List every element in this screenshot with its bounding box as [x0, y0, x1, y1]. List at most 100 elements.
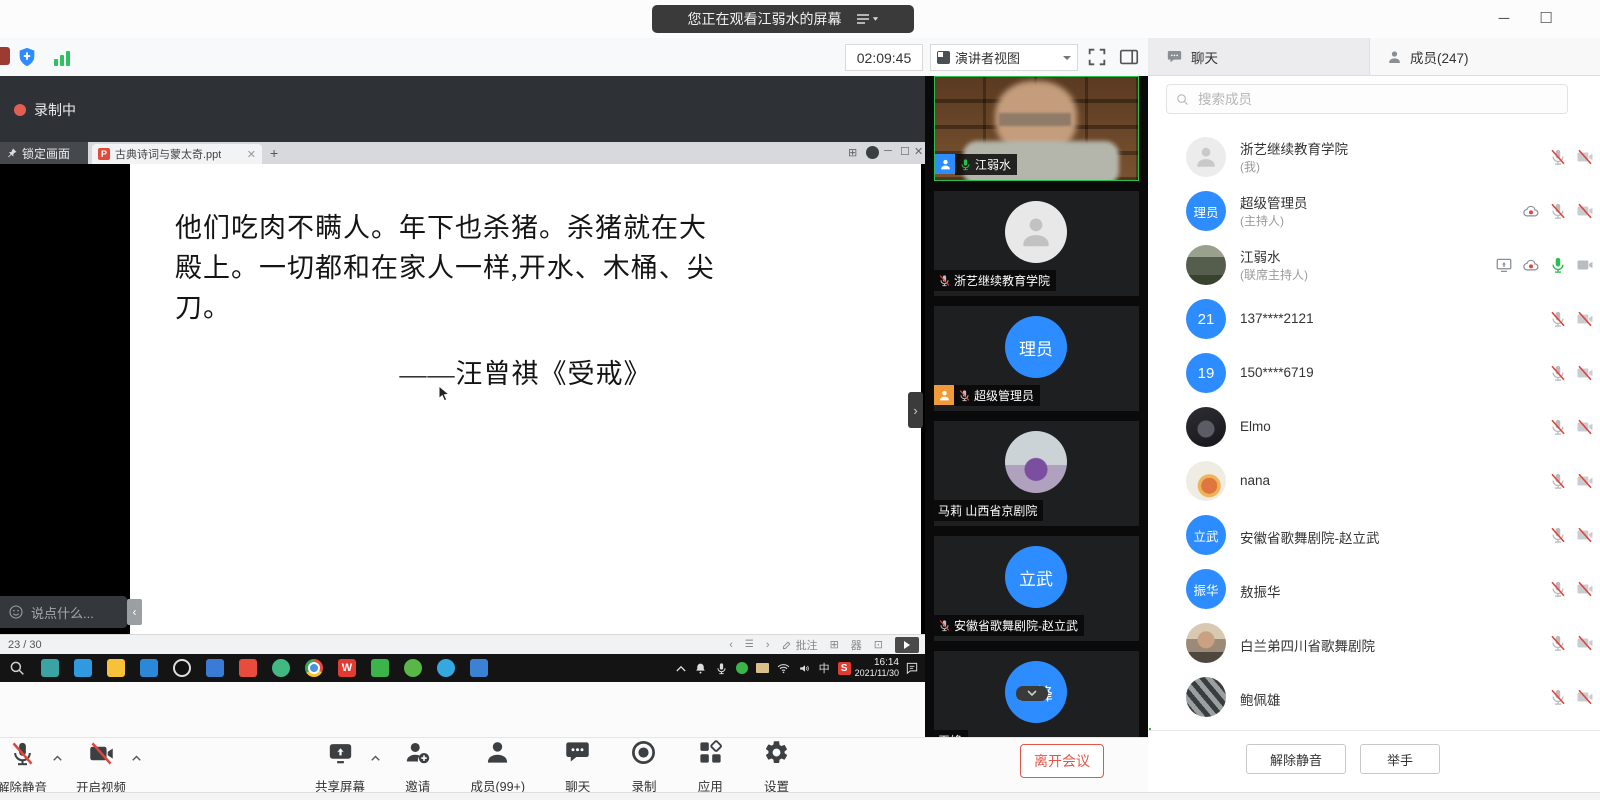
- member-row[interactable]: 鲍佩雄: [1150, 670, 1598, 724]
- taskbar-pc-icon[interactable]: [206, 659, 224, 677]
- taskbar-flash-icon[interactable]: [371, 659, 389, 677]
- mic-muted-icon[interactable]: [1549, 310, 1567, 328]
- reading-view-icon[interactable]: ⊡: [874, 638, 883, 651]
- ppt-document-tab[interactable]: P 古典诗词与蒙太奇.ppt ✕: [92, 144, 262, 164]
- member-row[interactable]: 振华敖振华: [1150, 562, 1598, 616]
- mic-muted-icon[interactable]: [1549, 580, 1567, 598]
- mic-muted-icon[interactable]: [938, 274, 951, 287]
- video-tile[interactable]: 浙艺继续教育学院: [934, 191, 1139, 296]
- cam-off-icon[interactable]: [1576, 526, 1594, 544]
- new-tab-icon[interactable]: +: [270, 145, 278, 161]
- strip-expand-handle[interactable]: ›: [908, 392, 923, 428]
- mic-muted-icon[interactable]: [1549, 418, 1567, 436]
- cam-off-icon[interactable]: [1576, 148, 1594, 166]
- taskbar-shield-icon[interactable]: [404, 659, 422, 677]
- fullscreen-icon[interactable]: [1086, 46, 1108, 73]
- cam-off-icon[interactable]: [1576, 418, 1594, 436]
- start-video-button[interactable]: 开启视频: [65, 740, 137, 796]
- member-row[interactable]: Elmo: [1150, 400, 1598, 454]
- member-row[interactable]: 浙艺继续教育学院(我): [1150, 130, 1598, 184]
- taskbar-folder-icon[interactable]: [107, 659, 125, 677]
- strip-collapse-button[interactable]: [1016, 686, 1048, 701]
- toolbar-member-button[interactable]: 成员(99+): [470, 739, 525, 795]
- tray-volume-icon[interactable]: [798, 662, 811, 675]
- tray-mic-icon[interactable]: [715, 662, 728, 675]
- ppt-account-avatar[interactable]: [866, 146, 879, 159]
- tab-chat[interactable]: 聊天: [1148, 38, 1370, 76]
- slide-menu-icon[interactable]: ☰: [745, 639, 754, 650]
- mic-muted-icon[interactable]: [1549, 634, 1567, 652]
- member-row[interactable]: 白兰弟四川省歌舞剧院: [1150, 616, 1598, 670]
- toolbar-invite-button[interactable]: 邀请: [404, 739, 431, 795]
- cam-off-icon[interactable]: [1576, 472, 1594, 490]
- annotate-button[interactable]: 批注: [782, 637, 818, 653]
- ppt-close-icon[interactable]: ✕: [914, 145, 923, 158]
- banner-menu-icon[interactable]: [856, 13, 879, 25]
- cam-off-icon[interactable]: [1576, 688, 1594, 706]
- member-row[interactable]: 理员超级管理员(主持人): [1150, 184, 1598, 238]
- cam-on-icon[interactable]: [1576, 256, 1594, 274]
- mic-muted-icon[interactable]: [938, 619, 951, 632]
- cam-off-icon[interactable]: [1576, 580, 1594, 598]
- mic-muted-icon[interactable]: [1549, 472, 1567, 490]
- toolbar-chat-button[interactable]: 聊天: [564, 739, 591, 795]
- view-mode-dropdown[interactable]: 演讲者视图: [930, 44, 1078, 71]
- notification-center-icon[interactable]: [905, 661, 919, 675]
- ppt-restore-icon[interactable]: ☐: [900, 145, 910, 158]
- cam-off-icon[interactable]: [1576, 310, 1594, 328]
- network-signal-icon[interactable]: [54, 50, 70, 66]
- mic-muted-icon[interactable]: [1549, 202, 1567, 220]
- toolbar-record-button[interactable]: 录制: [630, 739, 657, 795]
- slideshow-button[interactable]: [895, 637, 919, 653]
- tray-bell-icon[interactable]: [694, 662, 707, 675]
- toolbar-apps-button[interactable]: 应用: [697, 739, 724, 795]
- member-row[interactable]: 立武安徽省歌舞剧院-赵立武: [1150, 508, 1598, 562]
- mic-muted-icon[interactable]: [1549, 148, 1567, 166]
- mic-muted-icon[interactable]: [1549, 364, 1567, 382]
- member-row[interactable]: 江弱水(联席主持人): [1150, 238, 1598, 292]
- taskbar-app-ring-icon[interactable]: [173, 659, 191, 677]
- cam-off-icon[interactable]: [1576, 202, 1594, 220]
- normal-view-icon[interactable]: ⊞: [830, 638, 839, 651]
- mic-muted-icon[interactable]: [1549, 688, 1567, 706]
- minimize-button[interactable]: ─: [1490, 6, 1518, 30]
- tray-folder-icon[interactable]: [756, 663, 769, 673]
- cam-off-icon[interactable]: [1576, 634, 1594, 652]
- toolbar-share-screen-button[interactable]: 共享屏幕: [315, 739, 365, 795]
- lock-view-button[interactable]: 锁定画面: [0, 142, 88, 164]
- taskbar-search-icon[interactable]: [8, 659, 26, 677]
- leave-meeting-button[interactable]: 离开会议: [1020, 744, 1104, 778]
- mic-on-icon[interactable]: [959, 158, 972, 171]
- mic-muted-icon[interactable]: [1549, 526, 1567, 544]
- unmute-toolbar-button[interactable]: 解除静音: [0, 740, 58, 796]
- prev-slide-icon[interactable]: ‹: [729, 639, 733, 651]
- taskbar-bluemountain-icon[interactable]: [470, 659, 488, 677]
- cam-off-icon[interactable]: [1576, 364, 1594, 382]
- caret-up-icon[interactable]: [370, 748, 381, 766]
- sorter-view-icon[interactable]: 器: [851, 637, 862, 653]
- security-shield-icon[interactable]: [16, 45, 38, 74]
- taskbar-chrome-icon[interactable]: [305, 659, 323, 677]
- chat-collapse-handle[interactable]: ‹: [127, 599, 142, 625]
- side-panel-toggle-icon[interactable]: [1118, 46, 1140, 73]
- member-row[interactable]: 21137****2121: [1150, 292, 1598, 346]
- video-tile[interactable]: 理员超级管理员: [934, 306, 1139, 411]
- member-row[interactable]: nana: [1150, 454, 1598, 508]
- taskbar-wps-icon[interactable]: W: [338, 659, 356, 677]
- taskbar-task-view-icon[interactable]: [41, 659, 59, 677]
- ppt-window-layout-icon[interactable]: ⊞: [848, 146, 857, 159]
- taskbar-ie-icon[interactable]: [74, 659, 92, 677]
- raise-hand-button[interactable]: 举手: [1360, 744, 1440, 774]
- taskbar-clock[interactable]: 16:14 2021/11/30: [855, 657, 899, 679]
- member-row[interactable]: 19150****6719: [1150, 346, 1598, 400]
- tray-chevron-up-icon[interactable]: [676, 665, 686, 672]
- member-search-input[interactable]: [1196, 91, 1530, 108]
- taskbar-telegram-icon[interactable]: [437, 659, 455, 677]
- next-slide-icon[interactable]: ›: [766, 639, 770, 651]
- tab-members[interactable]: 成员(247): [1370, 38, 1600, 76]
- video-tile[interactable]: 江弱水: [934, 76, 1139, 181]
- tray-ime-icon[interactable]: 中: [819, 660, 830, 676]
- tab-close-icon[interactable]: ✕: [247, 148, 256, 161]
- taskbar-mail-icon[interactable]: [140, 659, 158, 677]
- maximize-button[interactable]: ☐: [1532, 6, 1560, 30]
